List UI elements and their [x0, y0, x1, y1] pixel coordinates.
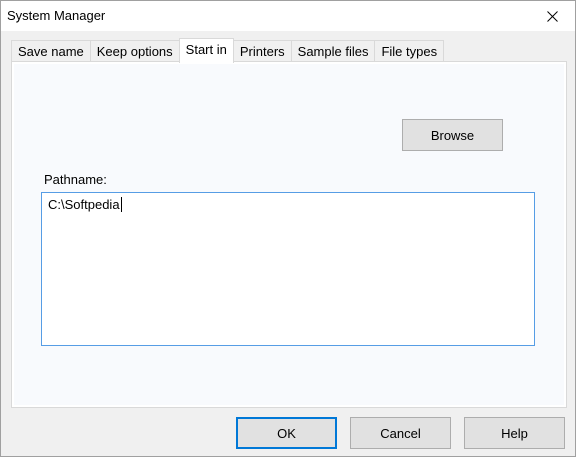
title-bar: System Manager — [1, 1, 575, 31]
tab-strip: Save name Keep options Start in Printers… — [11, 38, 445, 63]
panel-content: Browse Pathname: C:\Softpedia — [14, 64, 564, 405]
dialog-window: System Manager Save name Keep options St… — [0, 0, 576, 457]
tab-save-name[interactable]: Save name — [11, 40, 91, 62]
help-button[interactable]: Help — [464, 417, 565, 449]
pathname-label: Pathname: — [44, 172, 107, 187]
browse-button[interactable]: Browse — [402, 119, 503, 151]
tab-file-types[interactable]: File types — [374, 40, 445, 62]
tab-start-in[interactable]: Start in — [178, 38, 234, 63]
pathname-input[interactable]: C:\Softpedia — [41, 192, 535, 346]
close-button[interactable] — [529, 1, 575, 31]
close-icon — [546, 10, 558, 22]
window-title: System Manager — [7, 8, 106, 23]
tab-sample-files[interactable]: Sample files — [290, 40, 376, 62]
tab-keep-options[interactable]: Keep options — [89, 40, 180, 62]
text-caret — [120, 197, 122, 212]
start-in-panel: Browse Pathname: C:\Softpedia — [11, 61, 567, 408]
tab-printers[interactable]: Printers — [232, 40, 292, 62]
pathname-value: C:\Softpedia — [48, 197, 120, 212]
ok-button[interactable]: OK — [236, 417, 337, 449]
cancel-button[interactable]: Cancel — [350, 417, 451, 449]
